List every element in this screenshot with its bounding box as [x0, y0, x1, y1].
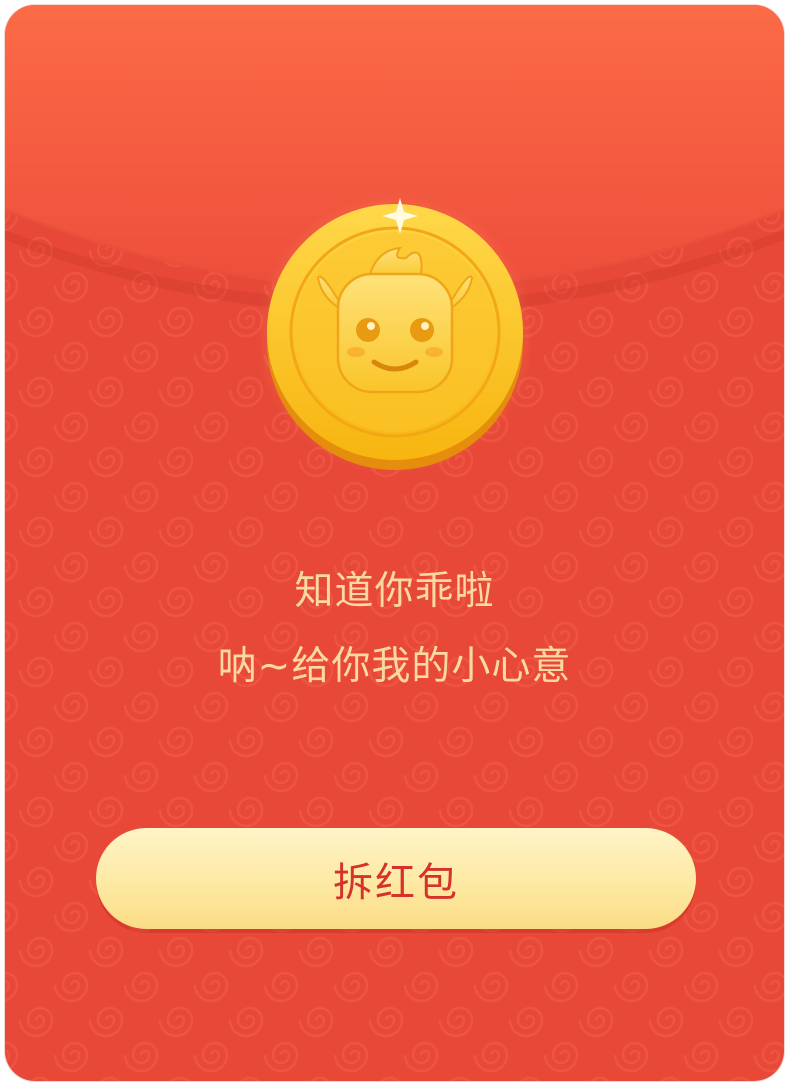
red-envelope: 知道你乖啦 呐~给你我的小心意 拆红包 — [5, 5, 784, 1081]
open-red-envelope-button[interactable]: 拆红包 — [96, 828, 696, 929]
open-button-label: 拆红包 — [333, 859, 459, 906]
greeting-line-1: 知道你乖啦 — [294, 569, 495, 614]
ox-mascot-coin-icon — [260, 195, 530, 475]
greeting-line-2: 呐~给你我的小心意 — [217, 644, 572, 689]
